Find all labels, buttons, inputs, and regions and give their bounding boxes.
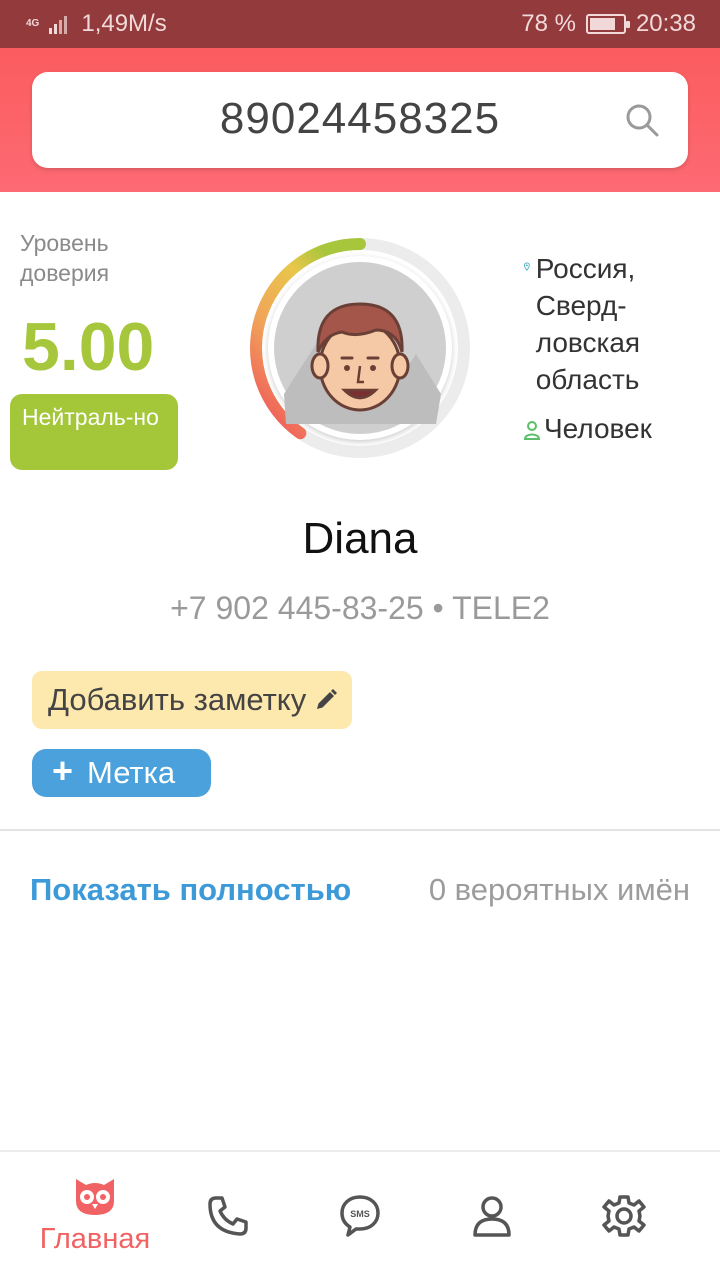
bottom-navigation: Главная SMS (0, 1150, 720, 1280)
region-row: Россия, Сверд-ловская область (524, 250, 704, 398)
tag-label: Метка (87, 755, 176, 790)
network-icon: 4G (26, 18, 40, 29)
signal-icon (49, 16, 68, 34)
clock: 20:38 (635, 10, 696, 37)
battery-level (589, 18, 615, 30)
person-icon (473, 1196, 511, 1237)
sms-icon: SMS (340, 1195, 380, 1237)
battery-icon (585, 14, 630, 34)
location-pin-icon (524, 262, 530, 271)
trust-status-badge: Нейтраль-но (10, 394, 178, 470)
header: 89024458325 (0, 48, 720, 192)
svg-text:SMS: SMS (350, 1209, 370, 1219)
gear-icon (602, 1195, 646, 1237)
status-right: 78 % 20:38 (521, 10, 696, 38)
network-speed: 1,49M/s (81, 10, 167, 37)
nav-home-label: Главная (39, 1222, 151, 1255)
nav-sms[interactable]: SMS (312, 1152, 408, 1280)
add-note-button[interactable]: Добавить заметку (32, 671, 353, 729)
phone-icon (208, 1196, 248, 1236)
add-tag-button[interactable]: + Метка (32, 749, 211, 797)
status-bar: 4G 1,49M/s 78 % 20:38 (0, 0, 720, 48)
plus-icon: + (52, 750, 74, 791)
person-type-icon (524, 421, 540, 440)
add-note-label: Добавить заметку (48, 682, 307, 717)
search-query[interactable]: 89024458325 (32, 94, 688, 144)
phone-operator: +7 902 445-83-25 • TELE2 (170, 590, 550, 626)
region-text: Россия, Сверд-ловская область (535, 253, 641, 395)
owl-home-icon (76, 1178, 114, 1215)
search-icon[interactable] (624, 102, 660, 138)
type-row: Человек (524, 410, 704, 447)
nav-home[interactable]: Главная (20, 1152, 170, 1280)
search-input[interactable]: 89024458325 (32, 72, 688, 168)
nav-contacts[interactable] (444, 1152, 540, 1280)
pencil-icon (317, 689, 338, 709)
trust-gauge (250, 238, 470, 458)
nav-calls[interactable] (180, 1152, 276, 1280)
battery-percent: 78 % (521, 10, 576, 37)
nav-settings[interactable] (576, 1152, 672, 1280)
trust-level-label: Уровень доверия (20, 230, 110, 286)
avatar-gauge (246, 234, 474, 462)
probable-names-count: 0 вероятных имён (428, 872, 690, 907)
status-left: 4G 1,49M/s (26, 10, 167, 38)
trust-score: 5.00 (22, 309, 155, 385)
contact-name: Diana (302, 514, 418, 563)
subscriber-type: Человек (544, 413, 652, 444)
location-info: Россия, Сверд-ловская область Человек (524, 250, 704, 447)
show-full-link[interactable]: Показать полностью (30, 872, 351, 908)
divider (0, 829, 720, 831)
